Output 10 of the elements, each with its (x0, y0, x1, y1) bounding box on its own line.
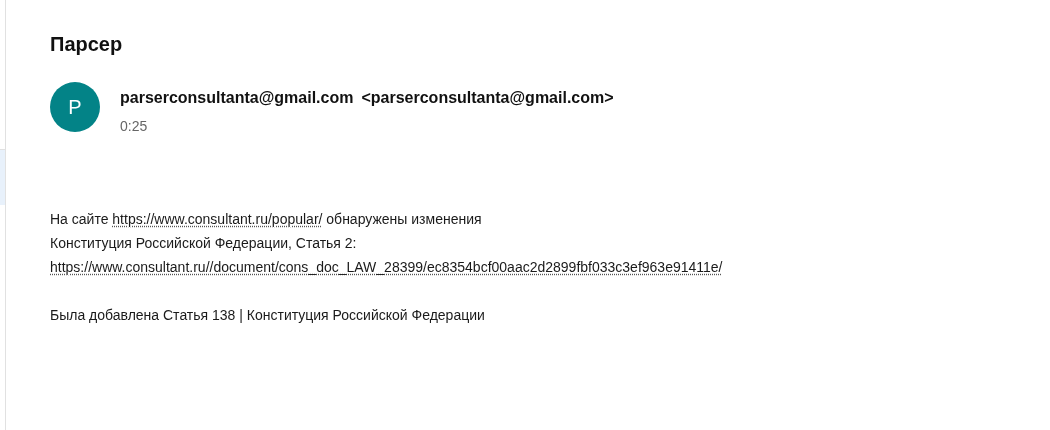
sent-time: 0:25 (120, 117, 149, 136)
body-text: На сайте https://www.consultant.ru/popular/ обнаружены изменения (50, 210, 482, 229)
sender-name: parserconsultanta@gmail.com (120, 88, 354, 108)
email-subject: Парсер (50, 32, 124, 57)
body-text: Конституция Российской Федерации, Статья 2: (50, 234, 357, 253)
sender-address: <parserconsultanta@gmail.com> (361, 88, 614, 108)
link[interactable]: https://www.consultant.ru/popular/ (112, 211, 323, 227)
sender-avatar: P (50, 82, 100, 132)
body-text: Была добавлена Статья 138 | Конституция Российской Федерации (50, 306, 485, 325)
link[interactable]: https://www.consultant.ru//document/cons_doc_LAW_28399/ec8354bcf00aac2d2899fbf033c3ef963e91411e/ (50, 259, 723, 275)
